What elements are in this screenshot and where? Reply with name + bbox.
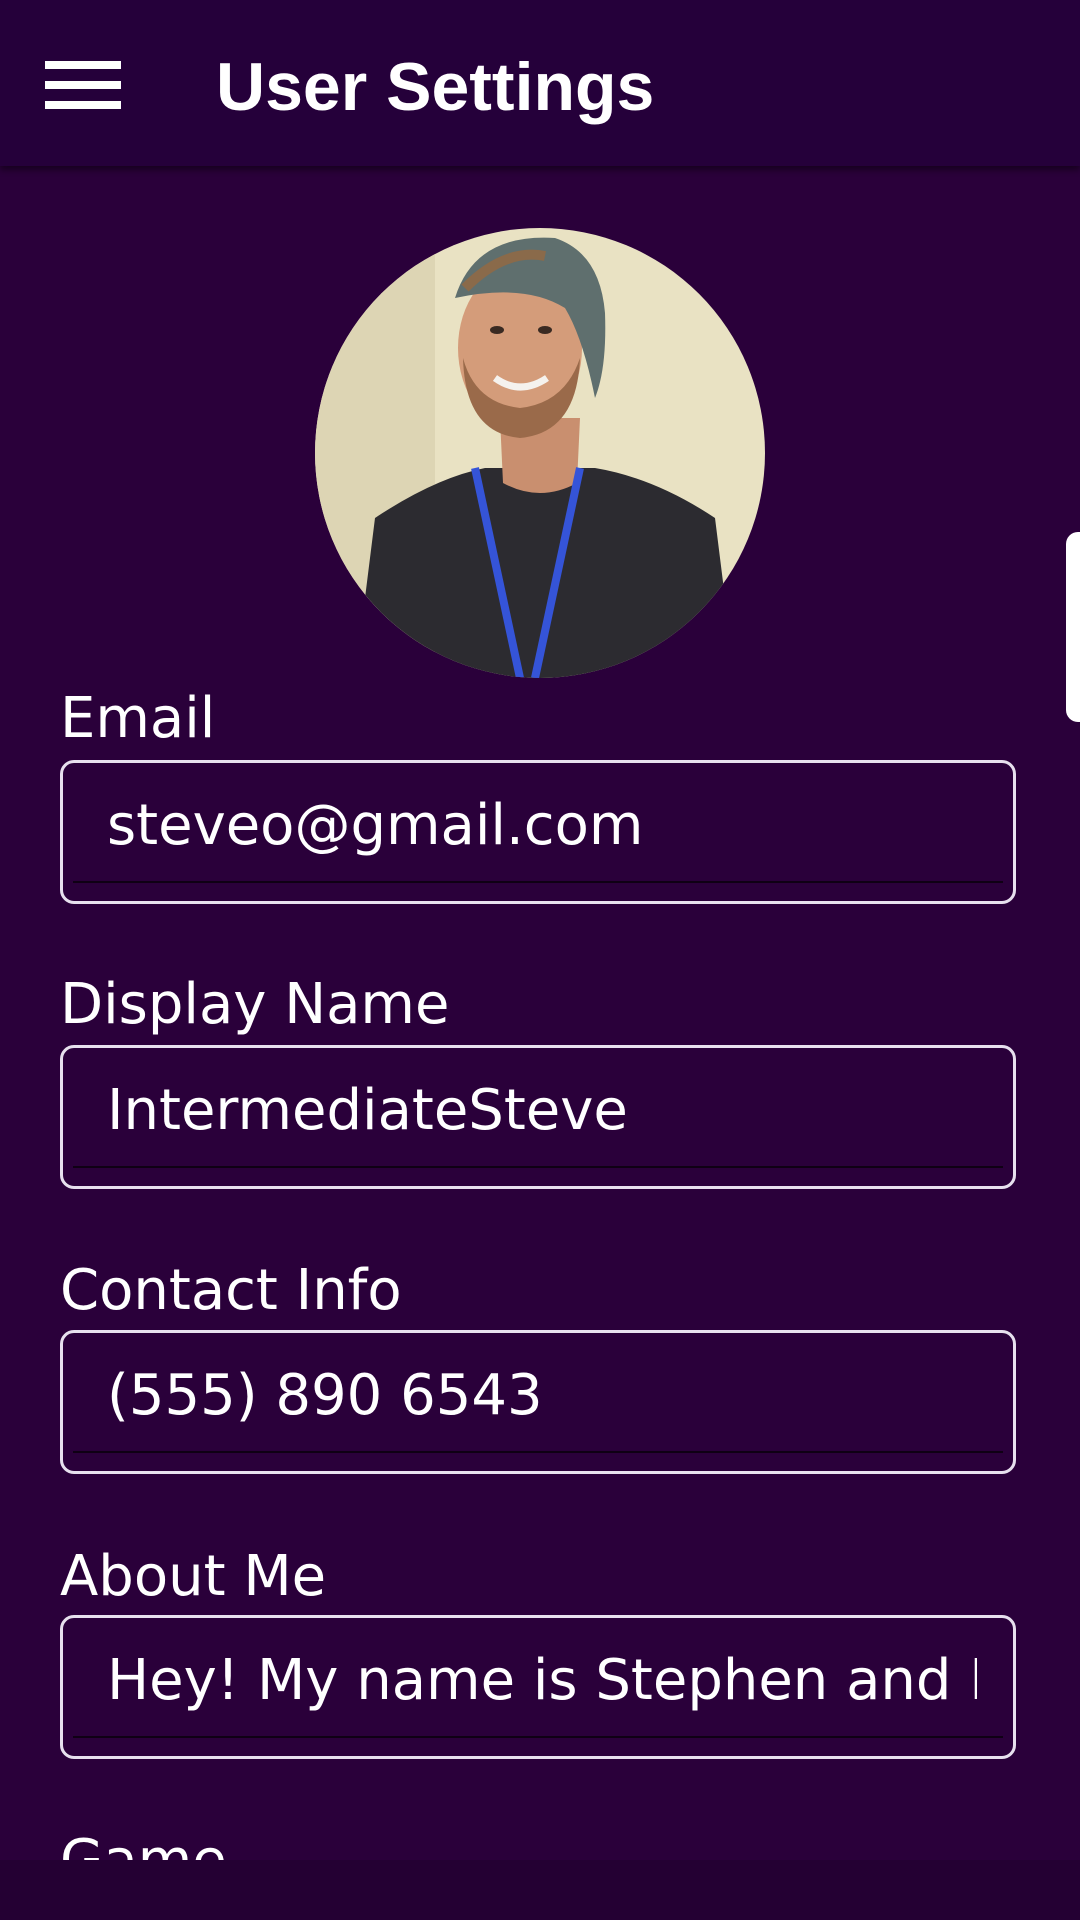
- about-me-label: About Me: [60, 1544, 327, 1609]
- page-title: User Settings: [216, 49, 655, 125]
- bottom-edge: [0, 1860, 1080, 1920]
- display-name-field-underline: [73, 1166, 1003, 1168]
- user-settings-screen: User Settings Email steveo@gmail.com Dis…: [0, 0, 1080, 1920]
- display-name-field-value[interactable]: IntermediateSteve: [107, 1076, 977, 1146]
- hamburger-menu-icon: [45, 61, 121, 109]
- game-label-text: Game: [60, 1826, 227, 1860]
- edge-panel-handle[interactable]: [1066, 532, 1080, 722]
- display-name-label: Display Name: [60, 972, 450, 1037]
- app-toolbar: User Settings: [0, 0, 1080, 166]
- profile-photo: [315, 228, 765, 678]
- email-field-underline: [73, 881, 1003, 883]
- contact-info-field-underline: [73, 1451, 1003, 1453]
- about-me-field-underline: [73, 1736, 1003, 1738]
- display-name-field[interactable]: IntermediateSteve: [60, 1045, 1016, 1189]
- avatar[interactable]: [315, 228, 765, 678]
- about-me-field[interactable]: Hey! My name is Stephen and I li: [60, 1615, 1016, 1759]
- email-field[interactable]: steveo@gmail.com: [60, 760, 1016, 904]
- contact-info-field-value[interactable]: (555) 890 6543: [107, 1361, 977, 1431]
- email-field-value[interactable]: steveo@gmail.com: [107, 791, 977, 861]
- game-label: Game: [60, 1826, 227, 1860]
- contact-info-label: Contact Info: [60, 1258, 402, 1323]
- about-me-field-value[interactable]: Hey! My name is Stephen and I li: [107, 1646, 977, 1716]
- email-label: Email: [60, 686, 216, 751]
- contact-info-field[interactable]: (555) 890 6543: [60, 1330, 1016, 1474]
- menu-button[interactable]: [28, 40, 138, 130]
